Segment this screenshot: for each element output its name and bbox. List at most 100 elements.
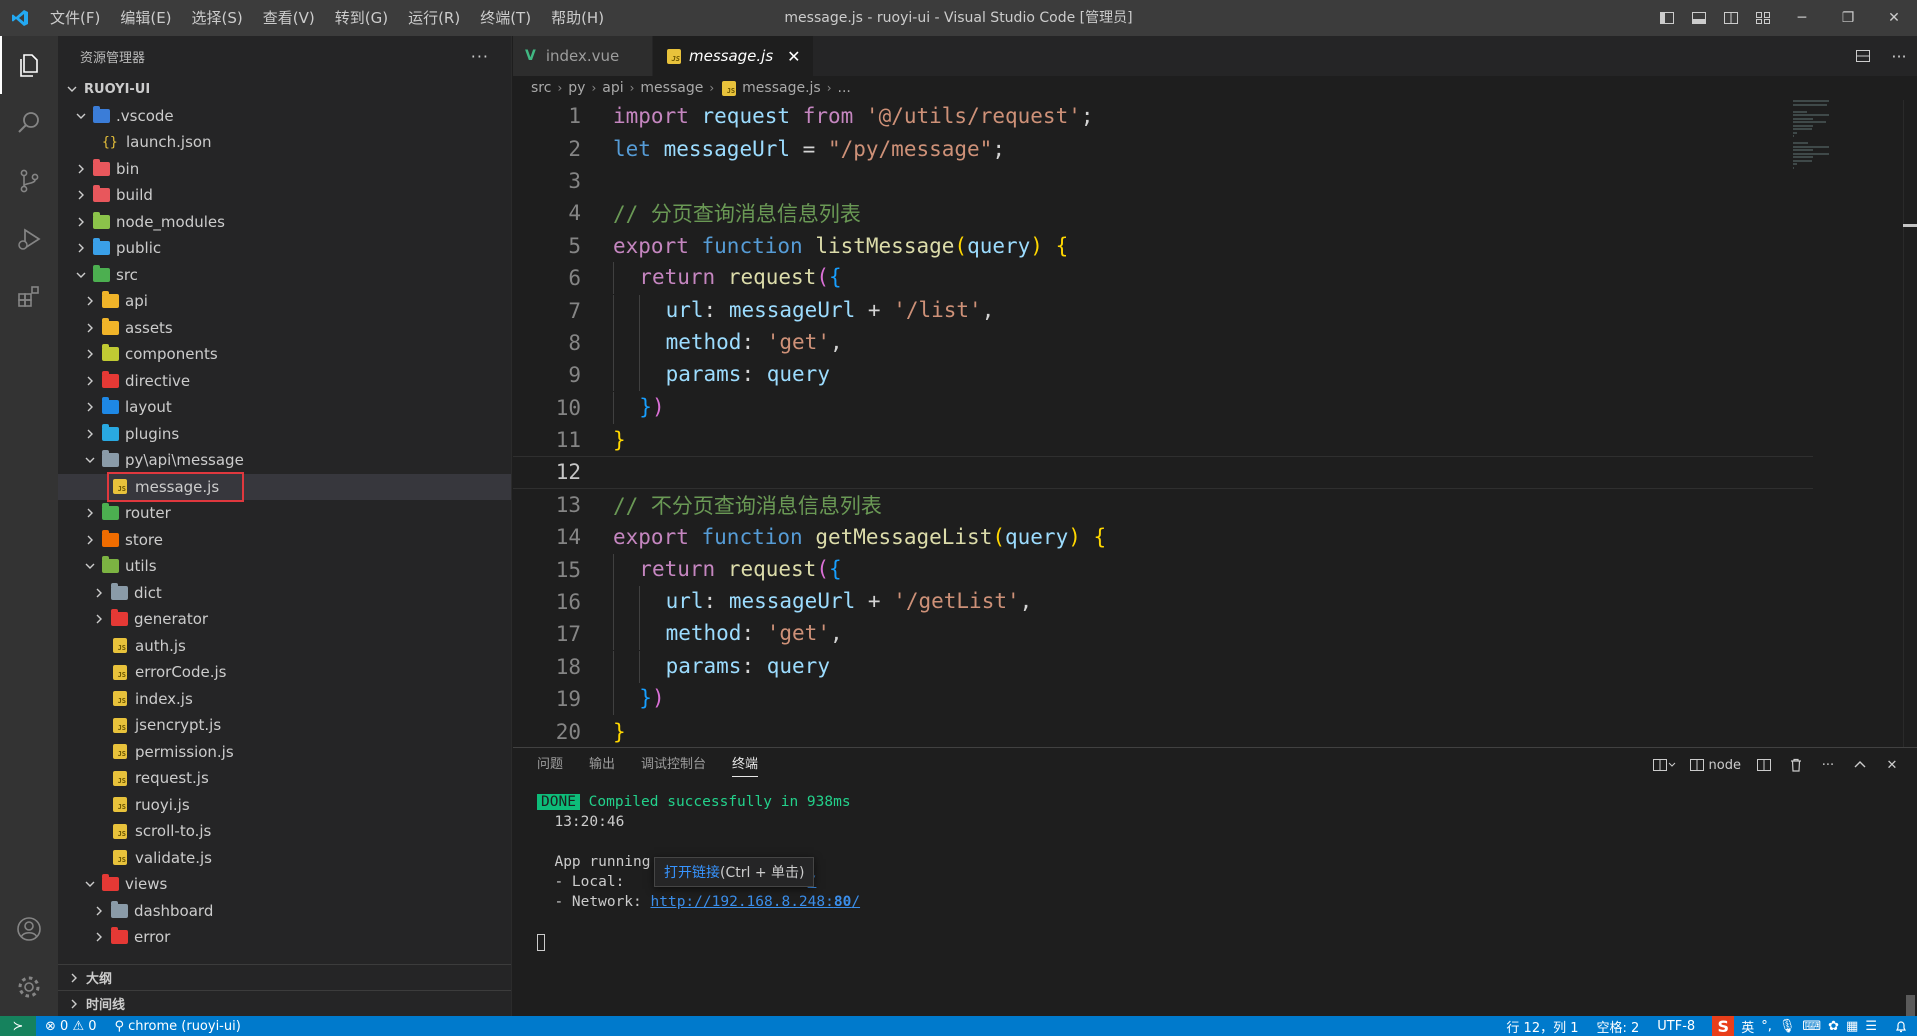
code-line[interactable]: 12: [513, 456, 1813, 489]
code-line[interactable]: 5 export function listMessage(query) {: [513, 230, 1813, 262]
file-item[interactable]: JS auth.js: [58, 633, 511, 660]
menu-item[interactable]: 查看(V): [253, 0, 325, 36]
close-panel-icon[interactable]: ✕: [1877, 748, 1907, 782]
file-item[interactable]: JS scroll-to.js: [58, 818, 511, 845]
workspace-root[interactable]: RUOYI-UI: [58, 76, 511, 103]
file-item[interactable]: JS message.js: [58, 471, 511, 502]
panel-tab[interactable]: 调试控制台: [641, 748, 706, 782]
folder-item[interactable]: error: [58, 924, 511, 951]
breadcrumb-item[interactable]: ...: [838, 80, 851, 96]
breadcrumb-item[interactable]: message.js: [742, 80, 821, 96]
breadcrumb-item[interactable]: src: [531, 80, 551, 96]
open-link-text[interactable]: 打开链接: [664, 862, 720, 882]
code-line[interactable]: 14 export function getMessageList(query) …: [513, 521, 1813, 553]
folder-item[interactable]: public: [58, 235, 511, 262]
ime-tools-icon[interactable]: ▦: [1846, 1019, 1858, 1034]
customize-layout-icon[interactable]: [1747, 0, 1779, 36]
toggle-primary-sidebar-icon[interactable]: [1651, 0, 1683, 36]
code-line[interactable]: 10 }): [513, 391, 1813, 424]
folder-item[interactable]: directive: [58, 368, 511, 395]
timeline-section[interactable]: 时间线: [58, 990, 511, 1016]
file-item[interactable]: JS ruoyi.js: [58, 792, 511, 819]
menu-item[interactable]: 转到(G): [325, 0, 398, 36]
folder-item[interactable]: .vscode: [58, 103, 511, 130]
close-tab-icon[interactable]: ✕: [787, 47, 800, 66]
terminal-scrollbar[interactable]: [1903, 782, 1917, 1017]
code-line[interactable]: 1 import request from '@/utils/request';: [513, 100, 1813, 132]
extensions-icon[interactable]: [0, 268, 58, 326]
source-control-icon[interactable]: [0, 152, 58, 210]
terminal-layout-icon[interactable]: [1649, 748, 1679, 782]
file-item[interactable]: JS request.js: [58, 765, 511, 792]
trash-icon[interactable]: [1781, 748, 1811, 782]
folder-item[interactable]: node_modules: [58, 209, 511, 236]
remote-indicator[interactable]: ≻: [0, 1016, 36, 1036]
menu-item[interactable]: 运行(R): [398, 0, 470, 36]
folder-item[interactable]: monitor: [58, 951, 511, 954]
folder-item[interactable]: src: [58, 262, 511, 289]
code-line[interactable]: 20}: [513, 715, 1813, 747]
keyboard-icon[interactable]: ⌨: [1802, 1019, 1821, 1034]
folder-item[interactable]: router: [58, 500, 511, 527]
settings-gear-icon[interactable]: [0, 958, 58, 1016]
tab-message-js[interactable]: JS message.js ✕: [653, 36, 814, 76]
code-line[interactable]: 19 }): [513, 683, 1813, 716]
ime-punctuation[interactable]: °,: [1761, 1019, 1772, 1034]
panel-tab[interactable]: 输出: [589, 748, 615, 782]
code-line[interactable]: 11}: [513, 424, 1813, 456]
search-icon[interactable]: [0, 94, 58, 152]
file-item[interactable]: JS index.js: [58, 686, 511, 713]
restore-button[interactable]: ❐: [1825, 0, 1871, 36]
split-terminal-icon[interactable]: [1749, 748, 1779, 782]
code-line[interactable]: 13 // 不分页查询消息信息列表: [513, 489, 1813, 521]
code-line[interactable]: 4 // 分页查询消息信息列表: [513, 197, 1813, 229]
folder-item[interactable]: plugins: [58, 421, 511, 448]
problems-status[interactable]: ⊗ 0 ⚠ 0: [36, 1016, 106, 1036]
breadcrumb-item[interactable]: api: [602, 80, 623, 96]
code-line[interactable]: 7 url: messageUrl + '/list',: [513, 294, 1813, 327]
debug-status[interactable]: ⚲ chrome (ruoyi-ui): [106, 1016, 250, 1036]
split-editor-icon[interactable]: [1845, 36, 1881, 76]
code-line[interactable]: 6 return request({: [513, 262, 1813, 295]
folder-item[interactable]: dashboard: [58, 898, 511, 925]
sogou-ime-icon[interactable]: S: [1712, 1016, 1735, 1036]
code-line[interactable]: 9 params: query: [513, 359, 1813, 392]
folder-item[interactable]: components: [58, 341, 511, 368]
minimap[interactable]: [1793, 100, 1883, 250]
cursor-position[interactable]: 行 12，列 1: [1497, 1016, 1587, 1036]
folder-item[interactable]: utils: [58, 553, 511, 580]
menu-item[interactable]: 文件(F): [40, 0, 110, 36]
ime-language[interactable]: 英: [1741, 1017, 1754, 1036]
menu-item[interactable]: 终端(T): [470, 0, 541, 36]
code-line[interactable]: 3: [513, 165, 1813, 197]
toggle-panel-icon[interactable]: [1683, 0, 1715, 36]
breadcrumb-item[interactable]: py: [568, 80, 585, 96]
run-debug-icon[interactable]: [0, 210, 58, 268]
code-line[interactable]: 8 method: 'get',: [513, 326, 1813, 359]
folder-item[interactable]: py\api\message: [58, 447, 511, 474]
explorer-icon[interactable]: [0, 36, 58, 94]
code-line[interactable]: 15 return request({: [513, 553, 1813, 586]
code-line[interactable]: 17 method: 'get',: [513, 618, 1813, 651]
maximize-panel-icon[interactable]: [1845, 748, 1875, 782]
toggle-secondary-sidebar-icon[interactable]: [1715, 0, 1747, 36]
folder-item[interactable]: api: [58, 288, 511, 315]
ime-menu-icon[interactable]: ☰: [1865, 1019, 1877, 1034]
folder-item[interactable]: views: [58, 871, 511, 898]
close-window-button[interactable]: ✕: [1871, 0, 1917, 36]
panel-tab[interactable]: 终端: [732, 748, 759, 782]
editor-scrollbar[interactable]: [1903, 100, 1917, 747]
folder-item[interactable]: build: [58, 182, 511, 209]
menu-item[interactable]: 帮助(H): [541, 0, 614, 36]
folder-item[interactable]: dict: [58, 580, 511, 607]
accounts-icon[interactable]: [0, 900, 58, 958]
folder-item[interactable]: layout: [58, 394, 511, 421]
network-url[interactable]: http://192.168.8.248:80/: [651, 894, 861, 910]
ime-skin-icon[interactable]: ✿: [1828, 1019, 1839, 1034]
folder-item[interactable]: assets: [58, 315, 511, 342]
code-line[interactable]: 18 params: query: [513, 650, 1813, 683]
panel-tab[interactable]: 问题: [537, 748, 563, 782]
folder-item[interactable]: store: [58, 527, 511, 554]
microphone-icon[interactable]: 🎙: [1779, 1019, 1796, 1034]
code-editor[interactable]: 1 import request from '@/utils/request'; 2…: [513, 100, 1813, 747]
